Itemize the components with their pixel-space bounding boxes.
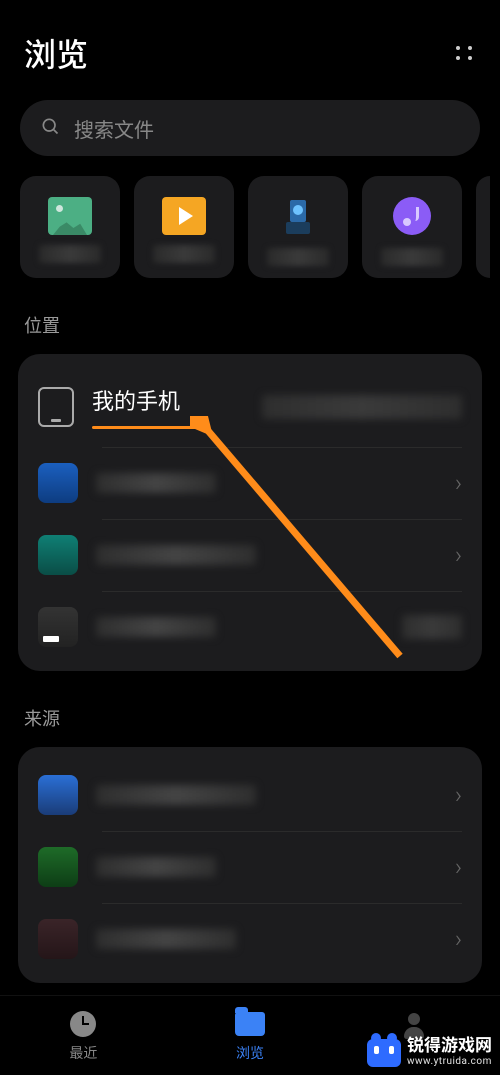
people-icon: [402, 1013, 432, 1039]
watermark: 锐得游戏网 www.ytruida.com: [367, 1038, 492, 1067]
location-thumb: [38, 463, 78, 503]
source-thumb: [38, 847, 78, 887]
my-phone-label: 我的手机: [92, 384, 244, 416]
search-icon: [40, 116, 60, 140]
category-more[interactable]: [476, 176, 490, 278]
chevron-right-icon: ›: [455, 781, 462, 809]
source-card: › › ›: [18, 747, 482, 983]
section-title-source: 来源: [0, 671, 500, 741]
chevron-right-icon: ›: [455, 853, 462, 881]
header: 浏览: [0, 0, 500, 94]
chevron-right-icon: ›: [455, 541, 462, 569]
category-label: [39, 245, 101, 263]
source-item[interactable]: ›: [18, 903, 482, 975]
location-thumb: [38, 535, 78, 575]
source-thumb: [38, 775, 78, 815]
search-placeholder: 搜索文件: [74, 114, 154, 143]
category-label: [267, 248, 329, 266]
highlight-underline: [92, 426, 202, 429]
location-card: 我的手机 › ›: [18, 354, 482, 671]
chevron-right-icon: ›: [455, 469, 462, 497]
source-label: [96, 857, 216, 877]
misc-icon: [276, 194, 320, 238]
location-detail: [402, 615, 462, 639]
source-label: [96, 785, 256, 805]
watermark-brand: 锐得游戏网: [407, 1038, 492, 1055]
phone-icon: [38, 387, 74, 427]
image-icon: [48, 197, 92, 235]
category-videos[interactable]: [134, 176, 234, 278]
nav-recent[interactable]: 最近: [68, 1009, 98, 1063]
nav-browse[interactable]: 浏览: [235, 1009, 265, 1063]
category-misc[interactable]: [248, 176, 348, 278]
folder-icon: [235, 1012, 265, 1036]
source-thumb: [38, 919, 78, 959]
more-options-icon[interactable]: [452, 41, 476, 65]
clock-icon: [70, 1011, 96, 1037]
storage-info: [262, 395, 462, 419]
section-title-location: 位置: [0, 278, 500, 348]
location-my-phone[interactable]: 我的手机: [18, 362, 482, 447]
location-thumb: [38, 607, 78, 647]
location-item[interactable]: ›: [18, 519, 482, 591]
search-input[interactable]: 搜索文件: [20, 100, 480, 156]
nav-browse-label: 浏览: [236, 1043, 264, 1063]
source-label: [96, 929, 236, 949]
page-title: 浏览: [24, 30, 88, 76]
category-label: [381, 248, 443, 266]
video-icon: [162, 197, 206, 235]
category-images[interactable]: [20, 176, 120, 278]
watermark-logo-icon: [367, 1039, 401, 1067]
category-label: [153, 245, 215, 263]
audio-icon: [393, 197, 431, 235]
nav-recent-label: 最近: [69, 1043, 97, 1063]
category-audio[interactable]: [362, 176, 462, 278]
source-item[interactable]: ›: [18, 831, 482, 903]
source-item[interactable]: ›: [18, 755, 482, 831]
location-label: [96, 617, 216, 637]
category-tiles: [0, 172, 500, 278]
chevron-right-icon: ›: [455, 925, 462, 953]
location-item[interactable]: [18, 591, 482, 663]
location-item[interactable]: ›: [18, 447, 482, 519]
location-label: [96, 545, 256, 565]
location-label: [96, 473, 216, 493]
watermark-url: www.ytruida.com: [407, 1057, 492, 1067]
